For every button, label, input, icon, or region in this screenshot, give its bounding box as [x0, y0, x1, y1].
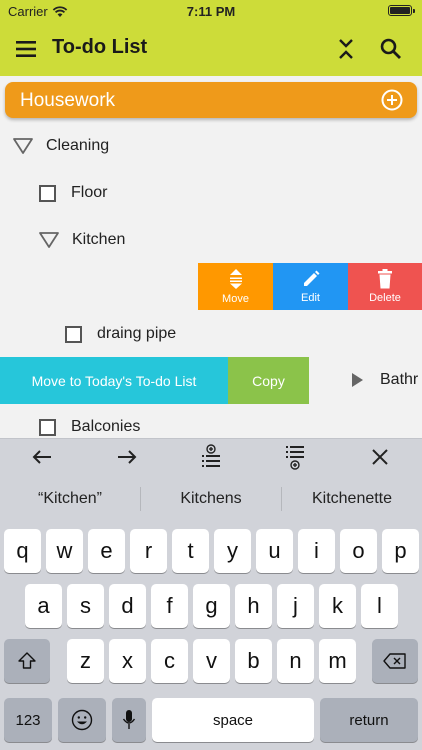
status-time: 7:11 PM — [186, 4, 236, 19]
battery-icon — [388, 5, 415, 16]
move-label: Move — [222, 293, 249, 305]
key-r[interactable]: r — [130, 529, 167, 573]
key-o[interactable]: o — [340, 529, 377, 573]
suggestion-item[interactable]: Kitchenette — [282, 490, 422, 508]
item-label: draing pipe — [97, 325, 177, 342]
add-circle-icon[interactable] — [381, 89, 403, 111]
dictation-key[interactable] — [112, 698, 146, 742]
return-key[interactable]: return — [320, 698, 418, 742]
key-u[interactable]: u — [256, 529, 293, 573]
indent-arrow-right-icon[interactable] — [114, 444, 140, 470]
status-bar: Carrier 7:11 PM — [0, 0, 422, 22]
key-s[interactable]: s — [67, 584, 104, 628]
key-j[interactable]: j — [277, 584, 314, 628]
key-d[interactable]: d — [109, 584, 146, 628]
key-b[interactable]: b — [235, 639, 272, 683]
item-checkbox[interactable] — [39, 184, 56, 202]
item-label: Balconies — [71, 418, 141, 435]
suggestion-item[interactable]: Kitchens — [141, 490, 281, 508]
key-v[interactable]: v — [193, 639, 230, 683]
add-item-above-icon[interactable] — [198, 443, 224, 470]
key-e[interactable]: e — [88, 529, 125, 573]
key-x[interactable]: x — [109, 639, 146, 683]
key-m[interactable]: m — [319, 639, 356, 683]
item-checkbox[interactable] — [65, 325, 82, 343]
space-key[interactable]: space — [152, 698, 314, 742]
key-y[interactable]: y — [214, 529, 251, 573]
add-item-below-icon[interactable] — [282, 444, 308, 470]
group-title: Housework — [20, 90, 116, 111]
tree-item-balconies[interactable]: Balconies — [39, 415, 140, 439]
copy-button[interactable]: Copy — [228, 357, 309, 404]
key-w[interactable]: w — [46, 529, 83, 573]
key-l[interactable]: l — [361, 584, 398, 628]
tree-item-draining-pipe[interactable]: draing pipe — [65, 322, 176, 346]
menu-icon[interactable] — [14, 37, 38, 61]
edit-label: Edit — [301, 292, 320, 304]
backspace-key[interactable] — [372, 639, 418, 683]
tree-item-cleaning[interactable]: Cleaning — [12, 134, 109, 158]
collapse-all-icon[interactable] — [334, 36, 358, 62]
suggestion-bar: “Kitchen” Kitchens Kitchenette — [0, 474, 422, 524]
key-k[interactable]: k — [319, 584, 356, 628]
expanded-triangle-icon[interactable] — [12, 137, 34, 155]
move-to-today-button[interactable]: Move to Today's To-do List — [0, 357, 228, 404]
outdent-arrow-left-icon[interactable] — [29, 444, 55, 470]
input-accessory-toolbar — [0, 438, 422, 474]
key-f[interactable]: f — [151, 584, 188, 628]
key-i[interactable]: i — [298, 529, 335, 573]
swipe-copy-strip: Move to Today's To-do List Copy — [0, 357, 309, 404]
close-icon[interactable] — [367, 444, 393, 470]
group-header-housework[interactable]: Housework — [5, 82, 417, 118]
key-p[interactable]: p — [382, 529, 419, 573]
app-bar: To-do List — [0, 22, 422, 76]
numbers-key[interactable]: 123 — [4, 698, 52, 742]
item-label: Kitchen — [72, 231, 126, 248]
pencil-icon — [303, 270, 319, 286]
shift-icon — [18, 652, 36, 669]
trash-icon — [378, 269, 392, 289]
move-button[interactable]: Move — [198, 263, 273, 310]
page-title: To-do List — [52, 36, 148, 58]
delete-label: Delete — [369, 292, 401, 304]
tree-item-kitchen[interactable]: Kitchen — [38, 228, 125, 252]
swipe-action-strip: Move Edit Delete — [198, 263, 422, 310]
suggestion-item[interactable]: “Kitchen” — [0, 490, 140, 508]
item-label: Bathr — [380, 371, 419, 388]
shift-key[interactable] — [4, 639, 50, 683]
key-a[interactable]: a — [25, 584, 62, 628]
microphone-icon — [122, 710, 136, 729]
emoji-icon — [71, 709, 93, 731]
tree-item-floor[interactable]: Floor — [39, 181, 107, 205]
backspace-icon — [383, 653, 406, 669]
delete-button[interactable]: Delete — [348, 263, 422, 310]
collapsed-triangle-icon[interactable] — [350, 372, 364, 388]
emoji-key[interactable] — [58, 698, 106, 742]
key-g[interactable]: g — [193, 584, 230, 628]
item-label: Cleaning — [46, 137, 110, 154]
tree-item-bathroom[interactable]: Bathr — [350, 368, 418, 392]
item-checkbox[interactable] — [39, 418, 56, 436]
key-c[interactable]: c — [151, 639, 188, 683]
key-h[interactable]: h — [235, 584, 272, 628]
key-z[interactable]: z — [67, 639, 104, 683]
key-t[interactable]: t — [172, 529, 209, 573]
expanded-triangle-icon[interactable] — [38, 231, 60, 249]
move-icon — [229, 269, 242, 289]
keyboard: “Kitchen” Kitchens Kitchenette q w e r t… — [0, 474, 422, 750]
key-n[interactable]: n — [277, 639, 314, 683]
key-q[interactable]: q — [4, 529, 41, 573]
item-label: Floor — [71, 184, 108, 201]
edit-button[interactable]: Edit — [273, 263, 348, 310]
search-icon[interactable] — [378, 36, 404, 62]
